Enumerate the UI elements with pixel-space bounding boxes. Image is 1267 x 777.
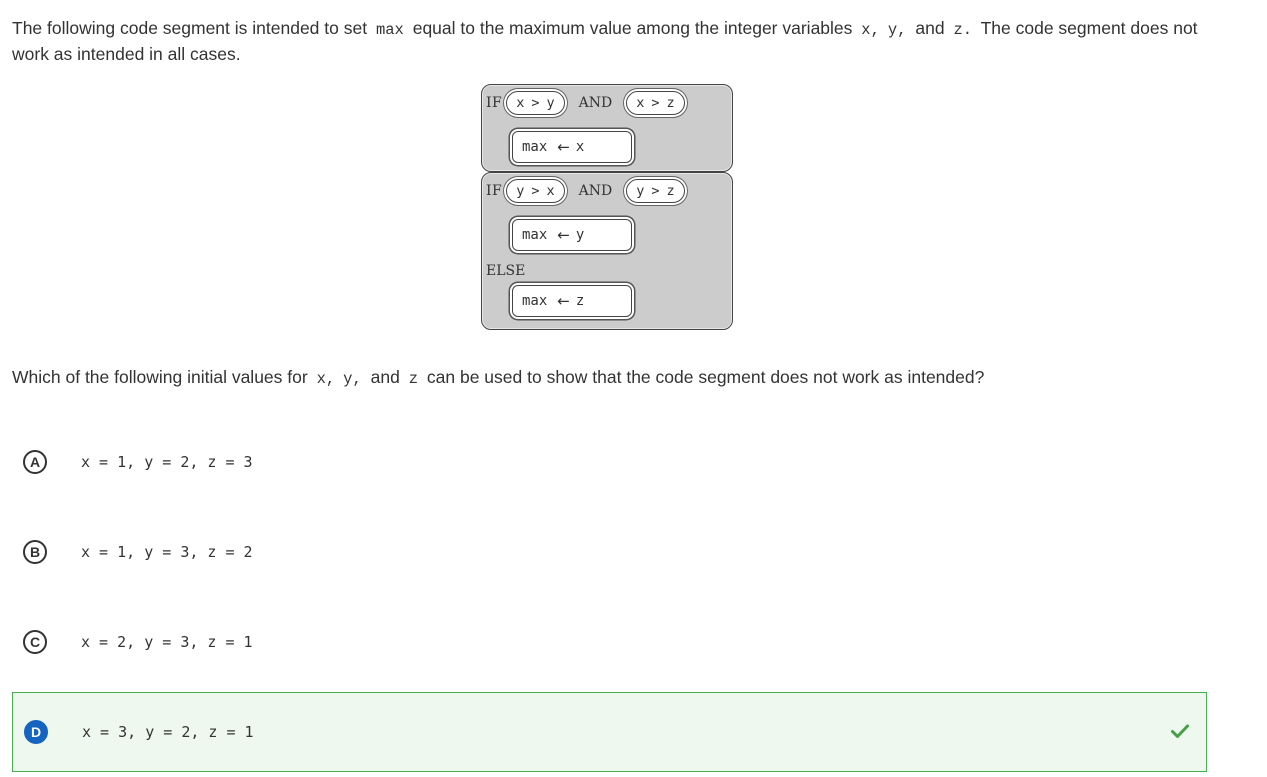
assign-max-z: max ← z — [512, 285, 632, 317]
condition-y-gt-x: y > x — [506, 179, 565, 203]
cond-operator: > — [531, 183, 540, 199]
if-condition-row-2: IF y > x AND y > z — [486, 179, 689, 203]
cond-operator: > — [651, 183, 660, 199]
question-ask: Which of the following initial values fo… — [12, 365, 984, 391]
choice-text: x = 3, y = 2, z = 1 — [82, 723, 254, 741]
assign-value: x — [575, 139, 585, 155]
if-condition-row-1: IF x > y AND x > z — [486, 91, 689, 115]
prompt-code-z: z. — [953, 21, 973, 39]
choice-letter-badge: C — [23, 630, 47, 654]
answer-choice-b[interactable]: B x = 1, y = 3, z = 2 — [12, 512, 1207, 592]
choice-letter-badge: D — [24, 720, 48, 744]
assign-arrow-icon: ← — [557, 226, 570, 244]
and-keyword: AND — [578, 95, 613, 111]
ask-text: and — [365, 367, 405, 387]
assign-max-x: max ← x — [512, 131, 632, 163]
ask-text: Which of the following initial values fo… — [12, 367, 313, 387]
prompt-text: equal to the maximum value among the int… — [407, 18, 858, 38]
question-prompt: The following code segment is intended t… — [12, 16, 1212, 66]
choice-text: x = 2, y = 3, z = 1 — [81, 633, 253, 651]
ask-text: can be used to show that the code segmen… — [422, 367, 985, 387]
condition-y-gt-z: y > z — [626, 179, 685, 203]
choice-letter-badge: B — [23, 540, 47, 564]
cond-operand: z — [666, 183, 675, 199]
cond-operand: x — [516, 95, 525, 111]
ask-code-z: z — [408, 370, 419, 388]
cond-operator: > — [531, 95, 540, 111]
assign-max-y: max ← y — [512, 219, 632, 251]
assign-arrow-icon: ← — [557, 292, 570, 310]
cond-operand: x — [636, 95, 645, 111]
cond-operand: z — [666, 95, 675, 111]
assign-target: max — [522, 293, 548, 309]
ask-code-x: x, — [316, 370, 336, 388]
assign-target: max — [522, 139, 548, 155]
if-keyword: IF — [486, 183, 503, 199]
code-block-diagram: IF x > y AND x > z max ← x IF y > x AND … — [470, 80, 740, 336]
prompt-code-max: max — [375, 21, 404, 39]
prompt-text: and — [910, 18, 950, 38]
prompt-code-x: x, — [861, 21, 880, 39]
assign-target: max — [522, 227, 548, 243]
cond-operator: > — [651, 95, 660, 111]
choice-text: x = 1, y = 2, z = 3 — [81, 453, 253, 471]
answer-choice-d[interactable]: D x = 3, y = 2, z = 1 — [12, 692, 1207, 772]
choice-letter-badge: A — [23, 450, 47, 474]
cond-operand: y — [516, 183, 525, 199]
ask-code-y: y, — [343, 370, 362, 388]
condition-x-gt-z: x > z — [626, 91, 685, 115]
cond-operand: y — [636, 183, 645, 199]
assign-value: y — [575, 227, 585, 243]
answer-choice-a[interactable]: A x = 1, y = 2, z = 3 — [12, 422, 1207, 502]
check-icon — [1171, 724, 1189, 738]
if-else-block-2: IF y > x AND y > z max ← y ELSE max ← z — [481, 172, 733, 330]
choice-text: x = 1, y = 3, z = 2 — [81, 543, 253, 561]
if-keyword: IF — [486, 95, 503, 111]
condition-x-gt-y: x > y — [506, 91, 565, 115]
answer-choice-c[interactable]: C x = 2, y = 3, z = 1 — [12, 602, 1207, 682]
prompt-text: The following code segment is intended t… — [12, 18, 372, 38]
cond-operand: y — [546, 95, 555, 111]
prompt-code-y: y, — [887, 21, 907, 39]
assign-arrow-icon: ← — [557, 138, 570, 156]
assign-value: z — [575, 293, 585, 309]
cond-operand: x — [546, 183, 555, 199]
and-keyword: AND — [578, 183, 613, 199]
if-block-1: IF x > y AND x > z max ← x — [481, 84, 733, 172]
else-keyword: ELSE — [486, 263, 526, 279]
